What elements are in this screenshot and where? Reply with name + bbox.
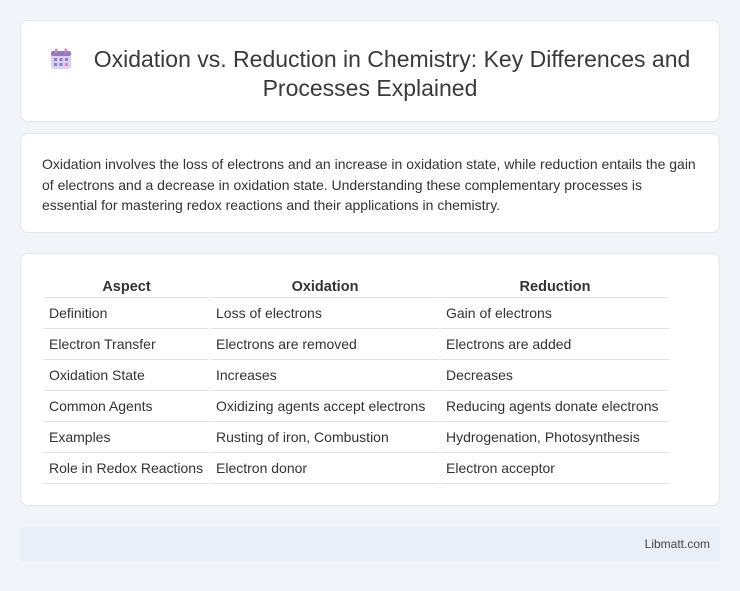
title-card: Oxidation vs. Reduction in Chemistry: Ke… <box>20 20 720 122</box>
table-row: Examples Rusting of iron, Combustion Hyd… <box>44 422 669 453</box>
footer-site-link[interactable]: Libmatt.com <box>645 537 710 551</box>
table-header-row: Aspect Oxidation Reduction <box>44 276 669 298</box>
page-title-wrap: Oxidation vs. Reduction in Chemistry: Ke… <box>21 45 719 103</box>
table-cell: Electron acceptor <box>441 453 669 484</box>
table-cell: Definition <box>44 298 209 329</box>
table-cell: Loss of electrons <box>211 298 439 329</box>
header-oxidation: Oxidation <box>211 276 439 298</box>
table-cell: Electrons are removed <box>211 329 439 360</box>
header-reduction: Reduction <box>441 276 669 298</box>
table-row: Role in Redox Reactions Electron donor E… <box>44 453 669 484</box>
summary-text: Oxidation involves the loss of electrons… <box>42 156 696 213</box>
table-row: Common Agents Oxidizing agents accept el… <box>44 391 669 422</box>
table-cell: Electrons are added <box>441 329 669 360</box>
table-cell: Reducing agents donate electrons <box>441 391 669 422</box>
table-cell: Oxidation State <box>44 360 209 391</box>
table-cell: Electron Transfer <box>44 329 209 360</box>
table-cell: Rusting of iron, Combustion <box>211 422 439 453</box>
table-row: Definition Loss of electrons Gain of ele… <box>44 298 669 329</box>
table-cell: Oxidizing agents accept electrons <box>211 391 439 422</box>
table-cell: Examples <box>44 422 209 453</box>
page-title: Oxidation vs. Reduction in Chemistry: Ke… <box>93 46 691 101</box>
table-cell: Hydrogenation, Photosynthesis <box>441 422 669 453</box>
table-cell: Decreases <box>441 360 669 391</box>
summary-card: Oxidation involves the loss of electrons… <box>20 133 720 233</box>
header-aspect: Aspect <box>44 276 209 298</box>
table-row: Oxidation State Increases Decreases <box>44 360 669 391</box>
table-cell: Role in Redox Reactions <box>44 453 209 484</box>
footer-bar: Libmatt.com <box>20 527 720 561</box>
table-cell: Electron donor <box>211 453 439 484</box>
table-row: Electron Transfer Electrons are removed … <box>44 329 669 360</box>
table-cell: Increases <box>211 360 439 391</box>
table-cell: Common Agents <box>44 391 209 422</box>
table-cell: Gain of electrons <box>441 298 669 329</box>
comparison-table: Aspect Oxidation Reduction Definition Lo… <box>42 276 671 484</box>
table-card: Aspect Oxidation Reduction Definition Lo… <box>20 253 720 506</box>
calendar-icon <box>50 48 71 69</box>
